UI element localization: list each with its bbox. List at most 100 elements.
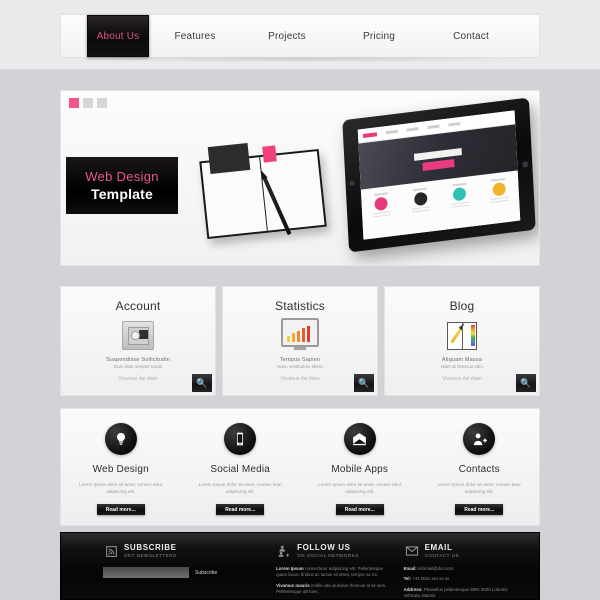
slider-dot-3[interactable] [97, 98, 107, 108]
read-more-button[interactable]: Read more... [96, 504, 145, 515]
card-text-primary: Aliquam Massa [441, 357, 483, 363]
service-title: Social Media [210, 464, 271, 475]
tablet-input-field [413, 148, 462, 161]
service-contacts: Contacts Lorem Ipsum dolor sit amet, con… [420, 409, 540, 525]
read-more-button[interactable]: Read more... [216, 504, 265, 515]
card-text-secondary: Nunc vestibulum libero [277, 364, 323, 369]
service-mobile-apps: Mobile Apps Lorem Ipsum dolor sit amet, … [300, 409, 420, 525]
footer-follow-subtitle: ON SOCIAL NETWORKS [297, 553, 359, 558]
tablet-feature-icon [492, 182, 506, 197]
footer-follow-para2-bold: Vivamus mauris [276, 582, 310, 588]
nav-label: About Us [96, 30, 140, 42]
tablet-camera-icon [349, 180, 355, 186]
black-card-icon [207, 142, 251, 175]
footer-subscribe-heading: SUBSCRIBE GET NEWSLETTERS [103, 543, 270, 559]
hero-caption: Web Design Template [66, 157, 178, 214]
bar-chart [287, 326, 310, 342]
newsletter-email-input[interactable] [103, 567, 189, 578]
footer-email-row: Email: infomail@dot.com [404, 566, 522, 572]
read-more-button[interactable]: Read more... [335, 504, 384, 515]
search-icon[interactable]: 🔍 [192, 374, 212, 392]
envelope-icon [404, 543, 420, 559]
card-text-secondary: Duis vitae semper turpis [113, 364, 163, 369]
nav-left-spacer [61, 15, 87, 57]
tablet-cta-button [422, 159, 455, 171]
card-title: Account [115, 299, 161, 313]
card-blog[interactable]: Blog Aliquam Massa Nam at rhoncus odio V… [384, 286, 540, 396]
footer-subscribe-subtitle: GET NEWSLETTERS [124, 553, 177, 558]
service-web-design: Web Design Lorem Ipsum dolor sit amet, c… [61, 409, 181, 525]
search-icon[interactable]: 🔍 [354, 374, 374, 392]
tablet-feature-line [372, 214, 391, 218]
subscribe-button[interactable]: Subscribe [195, 570, 217, 576]
tablet-mockup [342, 97, 536, 253]
card-text-tertiary: Vivamus dui diam [118, 376, 158, 382]
card-title: Blog [449, 299, 475, 313]
read-more-button[interactable]: Read more... [455, 504, 504, 515]
nav-item-projects[interactable]: Projects [241, 15, 333, 57]
footer-address-label: Address: [403, 586, 423, 592]
tablet-feature [411, 187, 435, 239]
tablet-home-button-icon [522, 161, 529, 168]
hero-caption-line2: Template [90, 185, 154, 202]
lightbulb-icon [104, 423, 137, 455]
tablet-feature-caption [452, 182, 467, 187]
service-title: Contacts [458, 464, 500, 475]
nav-label: Features [174, 30, 216, 42]
footer: SUBSCRIBE GET NEWSLETTERS Subscribe FOLL… [60, 532, 540, 600]
slider-indicators[interactable] [69, 98, 107, 108]
card-statistics[interactable]: Statistics Tempus Sapien Nunc vestibulum… [222, 286, 378, 396]
footer-follow-title: FOLLOW US [297, 543, 351, 552]
service-text: Lorem Ipsum dolor sit amet, consec tetur… [198, 482, 282, 494]
hero-slider: Web Design Template [60, 90, 540, 266]
notebook-pencil-icon [447, 320, 477, 350]
slider-dot-2[interactable] [83, 98, 93, 108]
footer-subscribe-title: SUBSCRIBE [124, 543, 177, 552]
newsletter-form: Subscribe [103, 567, 270, 578]
service-text: Lorem Ipsum dolor sit amet, consec tetur… [437, 482, 521, 494]
card-text-primary: Suspendisse Sollicitudin [105, 357, 171, 363]
tablet-logo-icon [362, 131, 378, 138]
footer-follow-body: Lorem Ipsum consectetur adipiscing elit.… [276, 566, 394, 596]
monitor-stand [294, 347, 306, 350]
footer-tel-value: +31 00xx xxx xx xx [411, 576, 450, 582]
nav-item-pricing[interactable]: Pricing [333, 15, 425, 57]
nav-label: Pricing [363, 30, 395, 42]
footer-email-label: Email: [403, 566, 417, 571]
tablet-feature-icon [413, 191, 428, 207]
tablet-nav-link [427, 124, 440, 130]
card-text-secondary: Nam at rhoncus odio [441, 364, 483, 369]
tablet-nav-link [385, 129, 398, 135]
hero-caption-line1: Web Design [85, 168, 159, 184]
nav-item-features[interactable]: Features [149, 15, 241, 57]
monitor-chart-icon [281, 318, 319, 350]
tablet-feature-icon [452, 186, 467, 202]
card-text-primary: Tempus Sapien [279, 357, 321, 363]
card-account[interactable]: Account Suspendisse Sollicitudin Duis vi… [60, 286, 216, 396]
nav-item-about-us[interactable]: About Us [87, 15, 149, 57]
footer-subscribe-column: SUBSCRIBE GET NEWSLETTERS Subscribe [61, 543, 270, 599]
card-text-tertiary: Vivamus dui diam [442, 376, 482, 382]
nav-label: Contact [453, 30, 489, 42]
tablet-feature [489, 177, 513, 240]
template-preview-page: About Us Features Projects Pricing Conta… [0, 0, 600, 600]
smartphone-icon [224, 423, 257, 455]
slider-dot-1[interactable] [69, 98, 79, 108]
tablet-feature-caption [491, 177, 506, 182]
service-text: Lorem Ipsum dolor sit amet, consec tetur… [79, 482, 163, 494]
card-text-tertiary: Vivamus dui diam [280, 376, 320, 382]
add-user-icon [463, 423, 496, 455]
footer-email-value: infomail@dot.com [416, 566, 454, 571]
footer-tel-row: Tel: +31 00xx xxx xx xx [404, 576, 522, 582]
safe-icon [122, 320, 154, 350]
tablet-feature-line [490, 199, 509, 203]
search-icon[interactable]: 🔍 [516, 374, 536, 392]
nav-item-contact[interactable]: Contact [425, 15, 517, 57]
service-title: Mobile Apps [331, 464, 389, 475]
tablet-feature-caption [373, 192, 388, 197]
tablet-feature-line [412, 209, 431, 213]
footer-email-heading: EMAIL CONTACT US [404, 543, 539, 559]
social-users-icon [276, 543, 292, 559]
tablet-feature-caption [413, 187, 428, 192]
rss-icon [103, 543, 119, 559]
